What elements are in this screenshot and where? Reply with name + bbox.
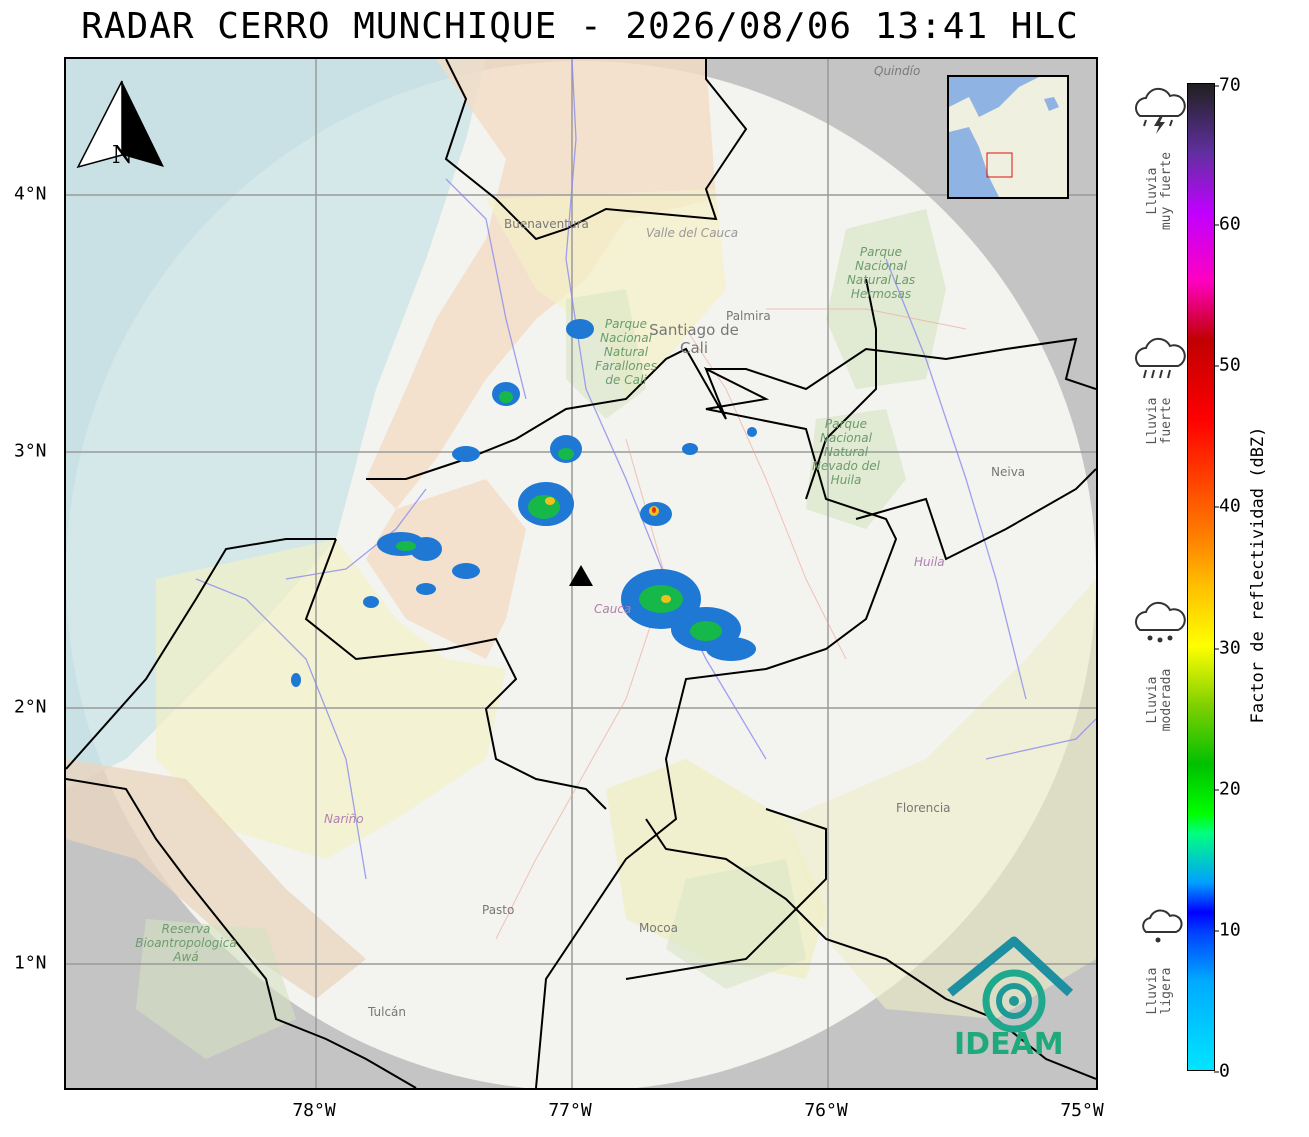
colorbar-tick-10: 10 xyxy=(1214,919,1241,941)
lon-tick-76: 76°W xyxy=(804,1100,848,1121)
colorbar-tick-70: 70 xyxy=(1214,74,1241,96)
lon-tick-77: 77°W xyxy=(548,1100,592,1121)
label-neiva: Neiva xyxy=(991,465,1026,479)
ideam-logo: IDEAM xyxy=(944,935,1074,1065)
radar-map[interactable]: N Buenaventura Valle del Cauca Palmira S… xyxy=(64,57,1098,1090)
rain-label-line2: muy fuerte xyxy=(1159,151,1174,231)
rain-label-line2: fuerte xyxy=(1159,397,1174,445)
rain-label-line2: moderada xyxy=(1159,668,1174,732)
label-parque-nevado: Parque Nacional Natural Nevado del Huila xyxy=(812,417,880,487)
label-pasto: Pasto xyxy=(482,903,515,917)
inset-locator-map xyxy=(947,75,1069,199)
storm-cloud-icon xyxy=(1135,87,1186,134)
reflectivity-colorbar xyxy=(1187,83,1215,1071)
label-narino: Nariño xyxy=(324,812,364,826)
label-florencia: Florencia xyxy=(896,801,951,815)
rain-cloud-icon xyxy=(1135,601,1186,643)
label-valle: Valle del Cauca xyxy=(646,226,739,240)
rain-label-line1: Lluvia xyxy=(1145,967,1160,1015)
label-tulcan: Tulcán xyxy=(368,1005,407,1019)
colorbar-tick-20: 20 xyxy=(1214,778,1241,800)
ideam-logo-text: IDEAM xyxy=(954,1027,1064,1062)
lat-tick-2: 2°N xyxy=(14,696,47,718)
label-reserva: Reserva Bioantropologica Awá xyxy=(135,922,237,964)
lat-tick-4: 4°N xyxy=(14,183,47,205)
rain-category-moderate: Lluvia moderada xyxy=(1130,600,1190,750)
north-arrow-icon: N xyxy=(74,77,166,171)
label-quindio: Quindío xyxy=(874,64,921,78)
colorbar-tick-30: 30 xyxy=(1214,637,1241,659)
light-rain-cloud-icon xyxy=(1142,909,1183,943)
lon-tick-78: 78°W xyxy=(292,1100,336,1121)
rain-category-very-heavy: Lluvia muy fuerte xyxy=(1130,86,1190,256)
rain-category-light: Lluvia ligera xyxy=(1130,906,1190,1036)
lat-tick-3: 3°N xyxy=(14,440,47,462)
lat-tick-1: 1°N xyxy=(14,952,47,974)
colorbar-label: Factor de reflectividad (dBZ) xyxy=(1248,426,1268,724)
lon-tick-75: 75°W xyxy=(1060,1100,1104,1121)
rain-label-line2: ligera xyxy=(1159,967,1174,1015)
north-label: N xyxy=(112,141,133,169)
rain-label-line1: Lluvia xyxy=(1145,167,1160,215)
label-parque-farallones: Parque Nacional Natural Farallones de Ca… xyxy=(595,317,657,387)
rain-category-heavy: Lluvia fuerte xyxy=(1130,336,1190,476)
heavy-rain-cloud-icon xyxy=(1135,337,1186,379)
label-mocoa: Mocoa xyxy=(639,921,678,935)
label-cauca: Cauca xyxy=(594,602,632,616)
map-title: RADAR CERRO MUNCHIQUE - 2026/08/06 13:41… xyxy=(81,6,1079,47)
label-buenaventura: Buenaventura xyxy=(504,217,589,231)
colorbar-tick-0: 0 xyxy=(1214,1060,1230,1082)
colorbar-tick-60: 60 xyxy=(1214,213,1241,235)
ideam-logo-icon xyxy=(947,936,1074,1033)
label-parque-hermosas: Parque Nacional Natural Las Hermosas xyxy=(846,245,916,301)
rain-label-line1: Lluvia xyxy=(1145,397,1160,445)
rain-label-line1: Lluvia xyxy=(1145,676,1160,724)
colorbar-tick-50: 50 xyxy=(1214,354,1241,376)
label-huila: Huila xyxy=(914,555,945,569)
colorbar-tick-40: 40 xyxy=(1214,495,1241,517)
